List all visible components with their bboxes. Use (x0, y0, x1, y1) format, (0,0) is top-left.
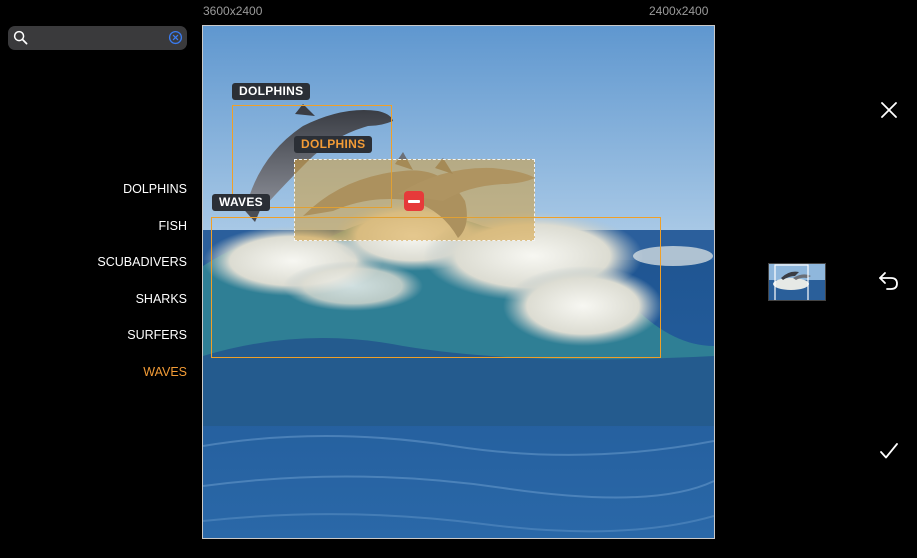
remove-annotation-button[interactable] (404, 191, 424, 211)
category-item-fish[interactable]: FISH (159, 219, 187, 233)
source-size-label: 3600x2400 (203, 4, 263, 18)
checkmark-icon[interactable] (877, 439, 901, 463)
category-item-scubadivers[interactable]: SCUBADIVERS (97, 255, 187, 269)
annotation-tag-dolphins-selected[interactable]: DOLPHINS (294, 136, 373, 153)
output-size-label: 2400x2400 (649, 4, 709, 18)
thumbnail-preview[interactable] (768, 263, 826, 301)
category-item-surfers[interactable]: SURFERS (127, 328, 187, 342)
thumbnail-image (769, 264, 825, 300)
category-item-waves[interactable]: WAVES (143, 365, 187, 379)
annotation-tag-dolphins[interactable]: DOLPHINS (232, 83, 311, 100)
annotation-tag-waves[interactable]: WAVES (212, 194, 270, 211)
category-item-dolphins[interactable]: DOLPHINS (123, 182, 187, 196)
undo-icon[interactable] (877, 268, 901, 292)
category-list: DOLPHINS FISH SCUBADIVERS SHARKS SURFERS… (0, 0, 187, 558)
category-item-sharks[interactable]: SHARKS (136, 292, 187, 306)
close-icon[interactable] (877, 98, 901, 122)
image-canvas[interactable]: DOLPHINS DOLPHINS WAVES (202, 25, 715, 539)
